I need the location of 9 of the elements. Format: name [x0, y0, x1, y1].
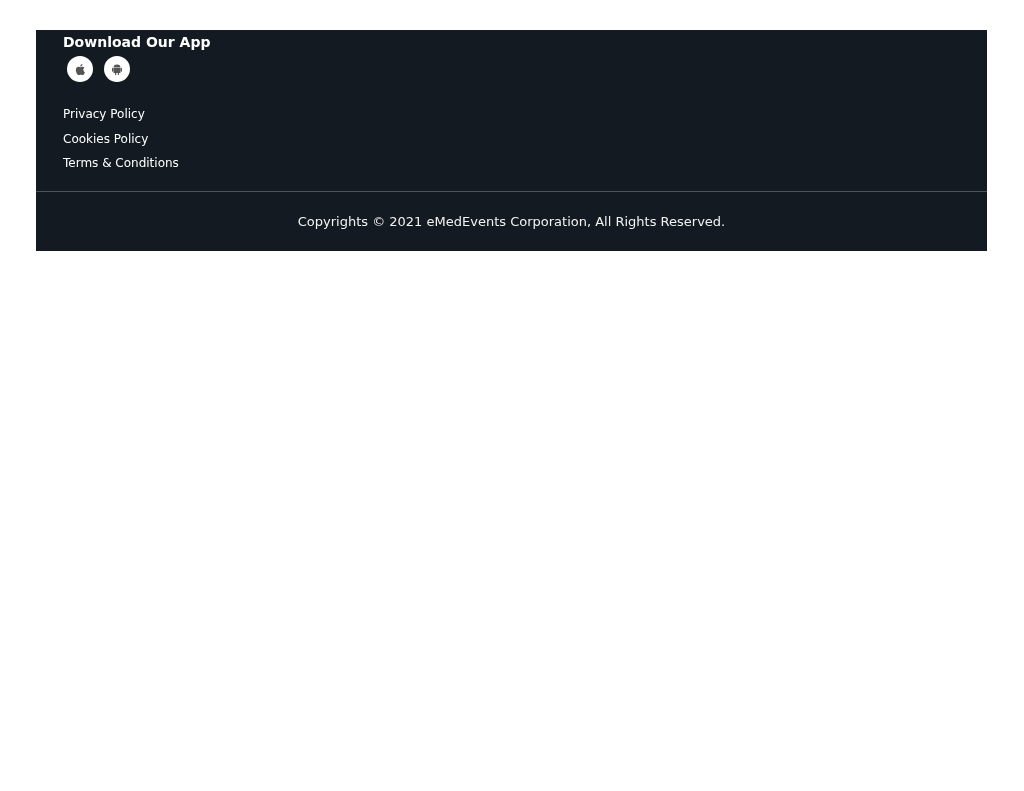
android-icon — [112, 63, 122, 75]
app-heading: Download Our App — [63, 34, 212, 50]
app-store-button[interactable] — [67, 56, 93, 82]
footer-link[interactable]: Cookies Policy — [63, 130, 149, 148]
apple-icon — [75, 63, 85, 75]
footer-link[interactable]: Privacy Policy — [63, 106, 145, 124]
footer-link[interactable]: Terms & Conditions — [63, 155, 179, 173]
copyright-text: Copyrights © 2021 eMedEvents Corporation, All Rights Reserved. — [297, 213, 726, 229]
play-store-button[interactable] — [104, 56, 130, 82]
